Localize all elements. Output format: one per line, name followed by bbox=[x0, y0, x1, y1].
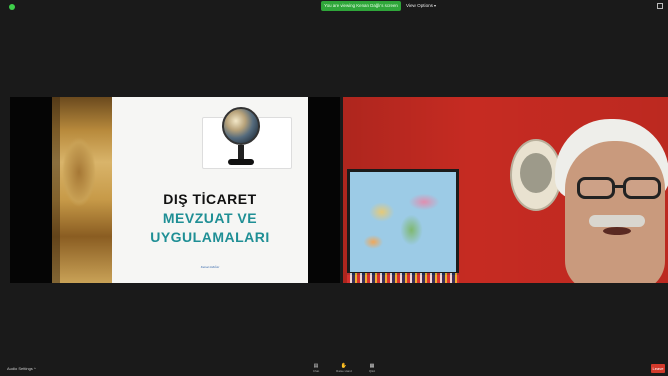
view-options-button[interactable]: View Options▾ bbox=[406, 2, 436, 10]
slide-map-image bbox=[52, 97, 112, 283]
presentation-slide: DIŞ TİCARET MEVZUAT VE UYGULAMALARI Kena… bbox=[52, 97, 308, 283]
shared-screen-tile: DIŞ TİCARET MEVZUAT VE UYGULAMALARI Kena… bbox=[10, 97, 340, 283]
participant-person bbox=[549, 119, 668, 283]
globe-base bbox=[228, 159, 254, 165]
participant-mustache bbox=[589, 215, 645, 227]
raise-hand-label: Raise Hand bbox=[336, 369, 352, 373]
view-options-label: View Options bbox=[406, 3, 433, 8]
slide-title-line-1: DIŞ TİCARET bbox=[163, 191, 257, 207]
chevron-up-icon: ^ bbox=[33, 366, 36, 371]
participant-video-tile[interactable] bbox=[343, 97, 668, 283]
meeting-stage: DIŞ TİCARET MEVZUAT VE UYGULAMALARI Kena… bbox=[10, 97, 668, 283]
chat-label: Chat bbox=[312, 369, 320, 373]
participant-mouth bbox=[603, 227, 631, 235]
glasses-lens-left bbox=[577, 177, 615, 199]
qa-label: Q&A bbox=[368, 369, 376, 373]
globe-icon bbox=[222, 107, 260, 145]
chevron-down-icon: ▾ bbox=[433, 3, 436, 8]
fullscreen-icon[interactable] bbox=[657, 3, 663, 9]
shield-icon[interactable] bbox=[9, 4, 15, 10]
meeting-controls-bar: Audio Settings ^ ▤ Chat ✋ Raise Hand ▦ Q… bbox=[0, 362, 668, 376]
world-map-image bbox=[350, 172, 456, 272]
participant-face bbox=[565, 141, 665, 283]
qa-button[interactable]: ▦ Q&A bbox=[362, 363, 382, 376]
meeting-top-bar: You are viewing Kenan Dağlı's screen Vie… bbox=[0, 0, 668, 14]
audio-settings-label: Audio Settings bbox=[7, 366, 33, 371]
leave-button[interactable]: Leave bbox=[651, 364, 665, 373]
glasses-lens-right bbox=[623, 177, 661, 199]
screen-share-banner: You are viewing Kenan Dağlı's screen bbox=[321, 1, 401, 11]
map-flag-strip bbox=[347, 273, 459, 283]
slide-signature: Kenan DAĞLI bbox=[200, 265, 220, 269]
raise-hand-button[interactable]: ✋ Raise Hand bbox=[334, 363, 354, 376]
slide-title-line-3: UYGULAMALARI bbox=[150, 229, 270, 245]
chat-button[interactable]: ▤ Chat bbox=[306, 363, 326, 376]
participant-glasses bbox=[577, 177, 665, 199]
wall-world-map bbox=[347, 169, 459, 275]
audio-settings-button[interactable]: Audio Settings ^ bbox=[7, 365, 36, 373]
slide-title-line-2: MEVZUAT VE bbox=[162, 210, 258, 226]
